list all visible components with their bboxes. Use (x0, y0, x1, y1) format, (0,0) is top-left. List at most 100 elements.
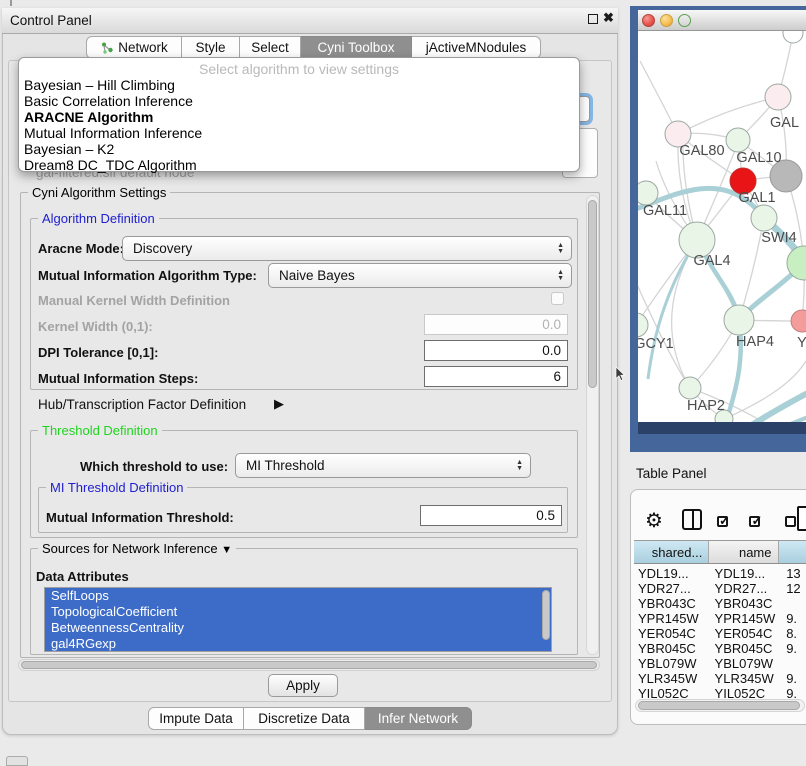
settings-scrollbar[interactable] (586, 195, 599, 655)
tab-cyni-toolbox[interactable]: Cyni Toolbox (301, 36, 412, 59)
network-window-frame (630, 6, 638, 452)
mac-zoom-icon[interactable] (678, 14, 691, 27)
collapse-down-icon[interactable]: ▼ (221, 544, 232, 556)
columns-icon[interactable] (682, 509, 702, 530)
tab-network[interactable]: Network (86, 36, 182, 59)
table-row[interactable]: YPR145WYPR145W9. (634, 611, 806, 626)
tab-style[interactable]: Style (182, 36, 240, 59)
gear-icon[interactable]: ⚙ (645, 508, 663, 533)
tab-label: Infer Network (378, 711, 458, 726)
algorithm-dropdown-popup: Select algorithm to view settings Bayesi… (18, 57, 580, 172)
aracne-mode-label: Aracne Mode: (38, 241, 124, 256)
mi-threshold-label: Mutual Information Threshold: (46, 510, 234, 525)
clipped-button[interactable] (6, 756, 28, 766)
table-cell: 9. (784, 641, 806, 656)
mac-minimize-icon[interactable] (660, 14, 673, 27)
table-row[interactable]: YDL19...YDL19...13 (634, 566, 806, 581)
list-item[interactable]: BetweennessCentrality (45, 620, 551, 636)
table-row[interactable]: YBR043CYBR043C (634, 596, 806, 611)
node-label: HAP2 (687, 398, 725, 414)
list-item[interactable]: gal4RGexp (45, 636, 551, 652)
scrollbar-thumb[interactable] (588, 200, 597, 388)
tab-jactivemnodules[interactable]: jActiveMNodules (412, 36, 541, 59)
group-title: Sources for Network Inference (42, 541, 218, 556)
table-row[interactable]: YDR27...YDR27...12 (634, 581, 806, 596)
tab-impute-data[interactable]: Impute Data (148, 707, 244, 730)
network-icon (100, 41, 114, 55)
node-gal[interactable] (765, 84, 791, 110)
tab-label: jActiveMNodules (426, 40, 527, 55)
deselect-all-checkbox-icon[interactable] (785, 516, 796, 527)
column-header-clipped[interactable] (779, 541, 806, 563)
node[interactable] (783, 31, 803, 43)
scrollbar-thumb[interactable] (21, 661, 597, 669)
algorithm-option[interactable]: Bayesian – K2 (19, 141, 579, 157)
node-gcy1[interactable] (638, 313, 648, 337)
node-gal11[interactable] (638, 181, 658, 205)
algorithm-option[interactable]: Dream8 DC_TDC Algorithm (19, 157, 579, 173)
node-salmon[interactable] (791, 310, 806, 332)
dropdown-placeholder: Select algorithm to view settings (19, 61, 579, 77)
table-cell: YBR045C (711, 641, 785, 656)
combo-arrows-icon: ▲▼ (557, 270, 564, 282)
function-builder-icon[interactable] (797, 506, 806, 531)
table-row[interactable]: YBL079WYBL079W (634, 656, 806, 671)
apply-button[interactable]: Apply (268, 674, 338, 697)
node-hap4[interactable] (724, 305, 754, 335)
tab-label: Select (251, 40, 289, 55)
table-row[interactable]: YIL052CYIL052C9. (634, 686, 806, 700)
table-cell: YDL19... (634, 566, 711, 581)
network-canvas[interactable]: GAL GAL80 GAL10 GAL1 GAL11 SWI4 GAL4 HAP… (638, 31, 806, 422)
which-threshold-combo[interactable]: MI Threshold ▲▼ (235, 453, 531, 478)
tab-select[interactable]: Select (240, 36, 301, 59)
select-all-checkbox-icon[interactable] (717, 516, 728, 527)
list-item[interactable]: SelfLoops (45, 588, 551, 604)
manual-kernel-checkbox[interactable] (551, 292, 564, 305)
settings-hscrollbar[interactable] (18, 659, 600, 671)
list-scrollbar-thumb[interactable] (542, 590, 550, 640)
node-gal10[interactable] (726, 128, 750, 152)
table-cell: YLR345W (634, 671, 711, 686)
table-row[interactable]: YLR345WYLR345W9. (634, 671, 806, 686)
node-swi4[interactable] (751, 205, 777, 231)
table-row[interactable]: YER054CYER054C8. (634, 626, 806, 641)
node-label: GAL80 (679, 143, 724, 159)
network-window-frame (638, 422, 806, 434)
combo-value: Discovery (123, 241, 192, 256)
list-item[interactable]: TopologicalCoefficient (45, 604, 551, 620)
close-icon[interactable]: ✖ (603, 10, 614, 26)
bottom-tabs: Impute Data Discretize Data Infer Networ… (148, 707, 472, 730)
expand-right-icon[interactable]: ▶ (274, 396, 284, 412)
select-all-checkbox-icon[interactable] (749, 516, 760, 527)
kernel-width-field[interactable] (424, 314, 568, 335)
algorithm-option[interactable]: Basic Correlation Inference (19, 93, 579, 109)
node-hap2[interactable] (679, 377, 701, 399)
node-label: GCY1 (638, 336, 674, 352)
algorithm-option[interactable]: Bayesian – Hill Climbing (19, 77, 579, 93)
algorithm-option-selected[interactable]: ARACNE Algorithm (19, 109, 579, 125)
tab-discretize-data[interactable]: Discretize Data (244, 707, 365, 730)
node-labels: GAL GAL80 GAL10 GAL1 GAL11 SWI4 GAL4 HAP… (638, 115, 806, 414)
tab-infer-network[interactable]: Infer Network (365, 707, 472, 730)
aracne-mode-combo[interactable]: Discovery ▲▼ (122, 236, 572, 261)
data-attributes-list: SelfLoops TopologicalCoefficient Between… (44, 587, 552, 652)
dpi-tolerance-field[interactable] (424, 340, 568, 361)
tab-label: Cyni Toolbox (317, 40, 394, 55)
mac-close-icon[interactable] (642, 14, 655, 27)
table-cell: YDL19... (711, 566, 785, 581)
scrollbar-thumb[interactable] (638, 701, 800, 710)
mi-threshold-field[interactable] (420, 505, 562, 526)
node-label: SWI4 (761, 230, 796, 246)
table-cell: 12 (784, 581, 806, 596)
mi-type-combo[interactable]: Naive Bayes ▲▼ (268, 263, 572, 288)
hub-section-label: Hub/Transcription Factor Definition (38, 397, 246, 412)
combo-value: Naive Bayes (269, 268, 355, 283)
mi-steps-field[interactable] (424, 366, 568, 387)
column-header-name[interactable]: name (709, 541, 778, 563)
table-hscrollbar[interactable] (635, 699, 805, 712)
algorithm-option[interactable]: Mutual Information Inference (19, 125, 579, 141)
float-window-icon[interactable] (588, 14, 598, 24)
column-header-shared-name[interactable]: shared... (634, 541, 709, 563)
table-row[interactable]: YBR045CYBR045C9. (634, 641, 806, 656)
table-cell: YPR145W (711, 611, 785, 626)
